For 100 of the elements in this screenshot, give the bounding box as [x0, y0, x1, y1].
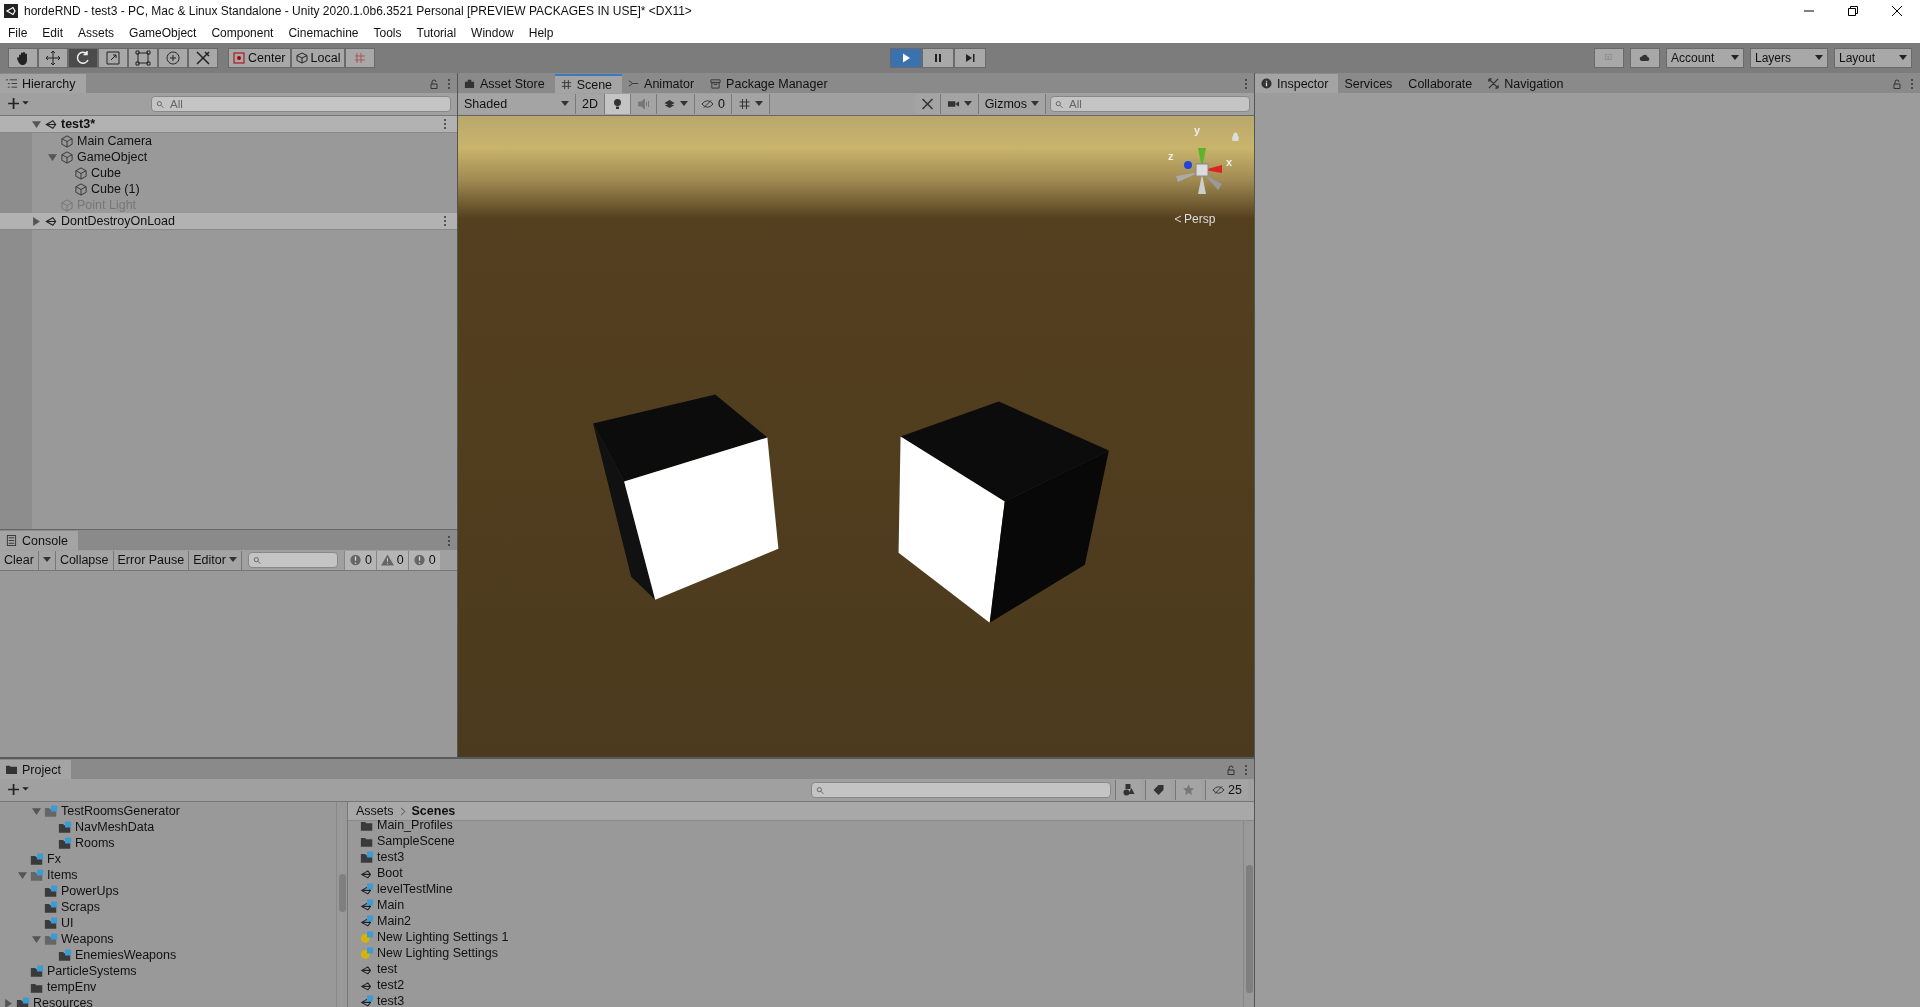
- log-count-toggle[interactable]: 0: [343, 550, 376, 570]
- hierarchy-tab[interactable]: Hierarchy: [0, 74, 86, 93]
- project-folder[interactable]: NavMeshData: [75, 820, 155, 834]
- more-icon[interactable]: [1244, 764, 1248, 776]
- restore-icon[interactable]: [1848, 6, 1858, 16]
- expand-arrow-icon[interactable]: [32, 806, 41, 816]
- inspector-tab[interactable]: Navigation: [1482, 74, 1574, 93]
- console-tab[interactable]: Console: [0, 531, 78, 550]
- menu-item[interactable]: Tools: [373, 25, 402, 40]
- audio-toggle[interactable]: [631, 94, 657, 114]
- asset-item[interactable]: test2: [377, 978, 405, 992]
- more-icon[interactable]: [443, 215, 447, 227]
- lock-icon[interactable]: [429, 79, 439, 89]
- console-button[interactable]: Error Pause: [113, 550, 190, 570]
- project-folder[interactable]: UI: [61, 916, 74, 930]
- scrollbar[interactable]: [336, 802, 348, 1007]
- asset-item[interactable]: levelTestMine: [377, 882, 453, 896]
- asset-item[interactable]: New Lighting Settings: [377, 946, 498, 960]
- dropdown[interactable]: Account: [1666, 48, 1744, 68]
- hierarchy-item[interactable]: Main Camera: [77, 134, 153, 148]
- menu-item[interactable]: GameObject: [129, 25, 197, 40]
- play-button[interactable]: [890, 48, 922, 68]
- project-folder[interactable]: EnemiesWeapons: [75, 948, 177, 962]
- tool-button[interactable]: [38, 48, 68, 68]
- pause-button[interactable]: [922, 48, 954, 68]
- asset-item[interactable]: SampleScene: [377, 834, 455, 848]
- hierarchy-item[interactable]: GameObject: [77, 150, 148, 164]
- log-count-toggle[interactable]: 0: [375, 550, 408, 570]
- project-folder[interactable]: Resources: [33, 996, 93, 1007]
- inspector-tab[interactable]: Inspector: [1255, 74, 1339, 93]
- tool-button[interactable]: [128, 48, 158, 68]
- lock-icon[interactable]: [1226, 765, 1236, 775]
- close-icon[interactable]: [1892, 6, 1902, 16]
- project-tab[interactable]: Project: [0, 760, 71, 779]
- asset-item[interactable]: Boot: [377, 866, 403, 880]
- menu-item[interactable]: Help: [528, 25, 554, 40]
- menu-item[interactable]: Cinemachine: [288, 25, 359, 40]
- lock-icon[interactable]: [1892, 79, 1902, 89]
- asset-item[interactable]: test3: [377, 850, 405, 864]
- asset-item[interactable]: New Lighting Settings 1: [377, 930, 509, 944]
- expand-arrow-icon[interactable]: [4, 998, 13, 1007]
- inspector-tab[interactable]: Services: [1338, 74, 1403, 93]
- visibility-toggle[interactable]: 0: [695, 94, 732, 114]
- camera-dropdown[interactable]: [940, 94, 979, 114]
- search-field[interactable]: All: [1050, 96, 1250, 112]
- expand-arrow-icon[interactable]: [32, 119, 41, 129]
- search-field[interactable]: [247, 552, 338, 568]
- console-button[interactable]: Editor: [189, 550, 242, 570]
- project-folder[interactable]: TestRoomsGenerator: [61, 804, 180, 818]
- projection-toggle[interactable]: Persp: [1174, 212, 1216, 226]
- project-folder[interactable]: Items: [47, 868, 78, 882]
- editor-tab[interactable]: Scene: [554, 74, 623, 93]
- more-icon[interactable]: [1910, 78, 1914, 90]
- tool-button[interactable]: [188, 48, 218, 68]
- more-icon[interactable]: [447, 535, 451, 547]
- 2d-toggle[interactable]: 2D: [576, 94, 605, 114]
- log-count-toggle[interactable]: 0: [407, 550, 440, 570]
- search-field[interactable]: [811, 782, 1112, 798]
- asset-item[interactable]: Main2: [377, 914, 412, 928]
- menu-item[interactable]: Assets: [78, 25, 115, 40]
- lighting-toggle[interactable]: [605, 94, 631, 114]
- project-folder[interactable]: Rooms: [75, 836, 115, 850]
- asset-item[interactable]: Main: [377, 898, 405, 912]
- menu-item[interactable]: Tutorial: [416, 25, 457, 40]
- more-icon[interactable]: [447, 78, 451, 90]
- console-button[interactable]: Collapse: [55, 550, 114, 570]
- inspector-tab[interactable]: Collaborate: [1402, 74, 1483, 93]
- shading-dropdown[interactable]: Shaded: [458, 94, 576, 114]
- tool-button[interactable]: [68, 48, 98, 68]
- step-button[interactable]: [954, 48, 986, 68]
- project-folder[interactable]: PowerUps: [61, 884, 119, 898]
- collab-button[interactable]: [1594, 48, 1624, 68]
- asset-item[interactable]: test3: [377, 994, 405, 1007]
- grid-dropdown[interactable]: [731, 94, 770, 114]
- editor-tab[interactable]: Asset Store: [458, 74, 555, 93]
- effects-dropdown[interactable]: [657, 94, 695, 114]
- tool-button[interactable]: [158, 48, 188, 68]
- filter-by-label-button[interactable]: [1145, 780, 1172, 800]
- project-folder[interactable]: tempEnv: [47, 980, 97, 994]
- filter-by-type-button[interactable]: [1115, 780, 1142, 800]
- tool-button[interactable]: [8, 48, 38, 68]
- menu-item[interactable]: File: [8, 25, 28, 40]
- expand-arrow-icon[interactable]: [18, 870, 27, 880]
- project-folder[interactable]: Scraps: [61, 900, 100, 914]
- hierarchy-item[interactable]: Cube: [91, 166, 121, 180]
- menu-item[interactable]: Edit: [42, 25, 64, 40]
- project-folder[interactable]: Weapons: [61, 932, 114, 946]
- dropdown[interactable]: Layout: [1834, 48, 1912, 68]
- expand-arrow-icon[interactable]: [48, 152, 57, 162]
- menu-item[interactable]: Component: [211, 25, 274, 40]
- pivot-button[interactable]: Local: [290, 48, 346, 68]
- add-button[interactable]: [6, 97, 32, 111]
- expand-arrow-icon[interactable]: [32, 216, 41, 226]
- pivot-button[interactable]: Center: [228, 48, 291, 68]
- breadcrumb-item[interactable]: Scenes: [411, 804, 456, 818]
- hierarchy-item[interactable]: Cube (1): [91, 182, 140, 196]
- editor-tab[interactable]: Animator: [622, 74, 705, 93]
- project-folder[interactable]: ParticleSystems: [47, 964, 137, 978]
- add-button[interactable]: [6, 783, 32, 797]
- tools-toggle[interactable]: [914, 94, 941, 114]
